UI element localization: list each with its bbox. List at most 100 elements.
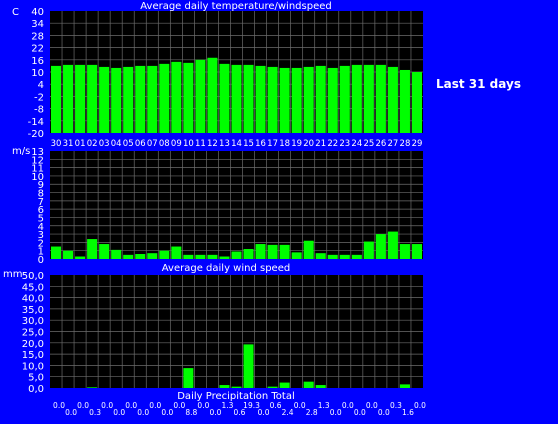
precip-bar xyxy=(231,386,242,388)
precip-bar xyxy=(243,344,254,388)
precip-value-label: 0.0 xyxy=(209,408,221,417)
temp-x-tick-label: 09 xyxy=(171,139,182,149)
precip-y-tick-label: 25,0 xyxy=(22,328,44,339)
precip-y-tick-label: 40,0 xyxy=(22,294,44,305)
temp-bar xyxy=(159,63,170,133)
precip-value-label: 8.8 xyxy=(185,408,197,417)
wind-bar xyxy=(51,246,62,259)
temp-bar xyxy=(111,67,122,133)
temp-y-tick-label: -20 xyxy=(28,129,44,140)
temp-bar xyxy=(387,66,398,133)
wind-bar xyxy=(399,244,410,259)
wind-bar xyxy=(63,250,74,259)
temp-x-tick-label: 18 xyxy=(279,139,290,149)
wind-bar xyxy=(303,240,314,259)
precip-value-label: 0.0 xyxy=(197,401,209,410)
temp-y-tick-label: 10 xyxy=(31,68,44,79)
wind-bar xyxy=(291,252,302,259)
temp-bar xyxy=(147,65,158,133)
temp-bar xyxy=(195,59,206,133)
temp-y-tick-label: -8 xyxy=(34,105,44,116)
wind-bar xyxy=(243,249,254,259)
precip-value-label: 0.0 xyxy=(101,401,113,410)
temp-y-tick-label: 16 xyxy=(31,56,44,67)
temp-x-tick-label: 24 xyxy=(351,139,362,149)
precip-value-label: 0.0 xyxy=(161,408,173,417)
temp-bar xyxy=(267,66,278,133)
precip-y-tick-label: 20,0 xyxy=(22,339,44,350)
wind-bar xyxy=(111,249,122,259)
precip-bar xyxy=(315,385,326,388)
precip-y-tick-label: 45,0 xyxy=(22,282,44,293)
wind-unit-label: m/s xyxy=(12,146,30,157)
wind-bar xyxy=(339,254,350,259)
temp-x-tick-label: 30 xyxy=(51,139,62,149)
precip-value-label: 2.8 xyxy=(306,408,318,417)
precip-value-label: 0.0 xyxy=(414,401,426,410)
temp-x-tick-label: 31 xyxy=(63,139,74,149)
temp-x-tick-label: 06 xyxy=(135,139,146,149)
wind-bar xyxy=(99,244,110,259)
wind-bar xyxy=(375,234,386,259)
precip-value-label: 0.0 xyxy=(113,408,125,417)
temp-x-tick-label: 05 xyxy=(123,139,134,149)
temp-x-tick-label: 04 xyxy=(111,139,122,149)
precip-bar xyxy=(267,386,278,388)
precip-bar xyxy=(279,382,290,388)
temp-x-tick-label: 11 xyxy=(195,139,206,149)
temp-x-tick-label: 01 xyxy=(75,139,86,149)
temp-y-tick-label: -2 xyxy=(34,92,44,103)
precip-value-label: 0.0 xyxy=(77,401,89,410)
temp-bar xyxy=(315,65,326,133)
temp-bar xyxy=(351,64,362,133)
temp-bar xyxy=(63,64,74,133)
weather-charts: Last 31 days Average daily temperature/w… xyxy=(3,1,521,417)
precip-bar xyxy=(183,368,194,388)
temp-bar xyxy=(339,65,350,133)
temp-x-tick-label: 08 xyxy=(159,139,170,149)
temp-y-tick-label: -14 xyxy=(28,117,44,128)
temp-x-tick-label: 21 xyxy=(315,139,326,149)
precip-value-label: 0.0 xyxy=(53,401,65,410)
precip-bar xyxy=(399,384,410,388)
precip-y-tick-label: 30,0 xyxy=(22,316,44,327)
wind-bar xyxy=(171,246,182,259)
wind-bar xyxy=(195,254,206,259)
temp-bar xyxy=(135,65,146,133)
precip-value-label: 0.0 xyxy=(378,408,390,417)
precip-y-tick-label: 10,0 xyxy=(22,361,44,372)
precip-value-label: 0.0 xyxy=(137,408,149,417)
wind-bar xyxy=(255,244,266,259)
precip-y-tick-label: 15,0 xyxy=(22,350,44,361)
temp-y-tick-label: 22 xyxy=(31,44,44,55)
temp-x-tick-label: 26 xyxy=(375,139,386,149)
wind-bar xyxy=(183,254,194,259)
wind-bar xyxy=(267,244,278,259)
temp-x-tick-label: 16 xyxy=(255,139,266,149)
temp-bar xyxy=(99,66,110,133)
precip-y-tick-label: 50,0 xyxy=(22,271,44,282)
temp-x-tick-label: 13 xyxy=(219,139,230,149)
temp-x-tick-label: 07 xyxy=(147,139,158,149)
precip-value-label: 0.0 xyxy=(125,401,137,410)
temp-bar xyxy=(327,67,338,133)
temp-bar xyxy=(123,66,134,133)
wind-bar xyxy=(219,256,230,259)
wind-bar xyxy=(387,231,398,259)
temp-unit-label: C xyxy=(12,7,19,18)
wind-bar xyxy=(135,254,146,259)
temp-bar xyxy=(303,66,314,133)
precip-value-label: 0.0 xyxy=(173,401,185,410)
wind-bar xyxy=(327,254,338,259)
temp-bar xyxy=(411,72,422,133)
precip-value-label: 0.0 xyxy=(366,401,378,410)
wind-bar xyxy=(87,239,98,259)
precip-y-tick-label: 0,0 xyxy=(28,384,44,395)
precip-bar xyxy=(87,387,98,388)
wind-bar xyxy=(231,251,242,259)
temp-x-tick-label: 20 xyxy=(303,139,314,149)
temp-x-tick-label: 27 xyxy=(388,139,399,149)
precip-value-label: 2.4 xyxy=(282,408,294,417)
precip-value-label: 0.0 xyxy=(354,408,366,417)
wind-bar xyxy=(351,254,362,259)
